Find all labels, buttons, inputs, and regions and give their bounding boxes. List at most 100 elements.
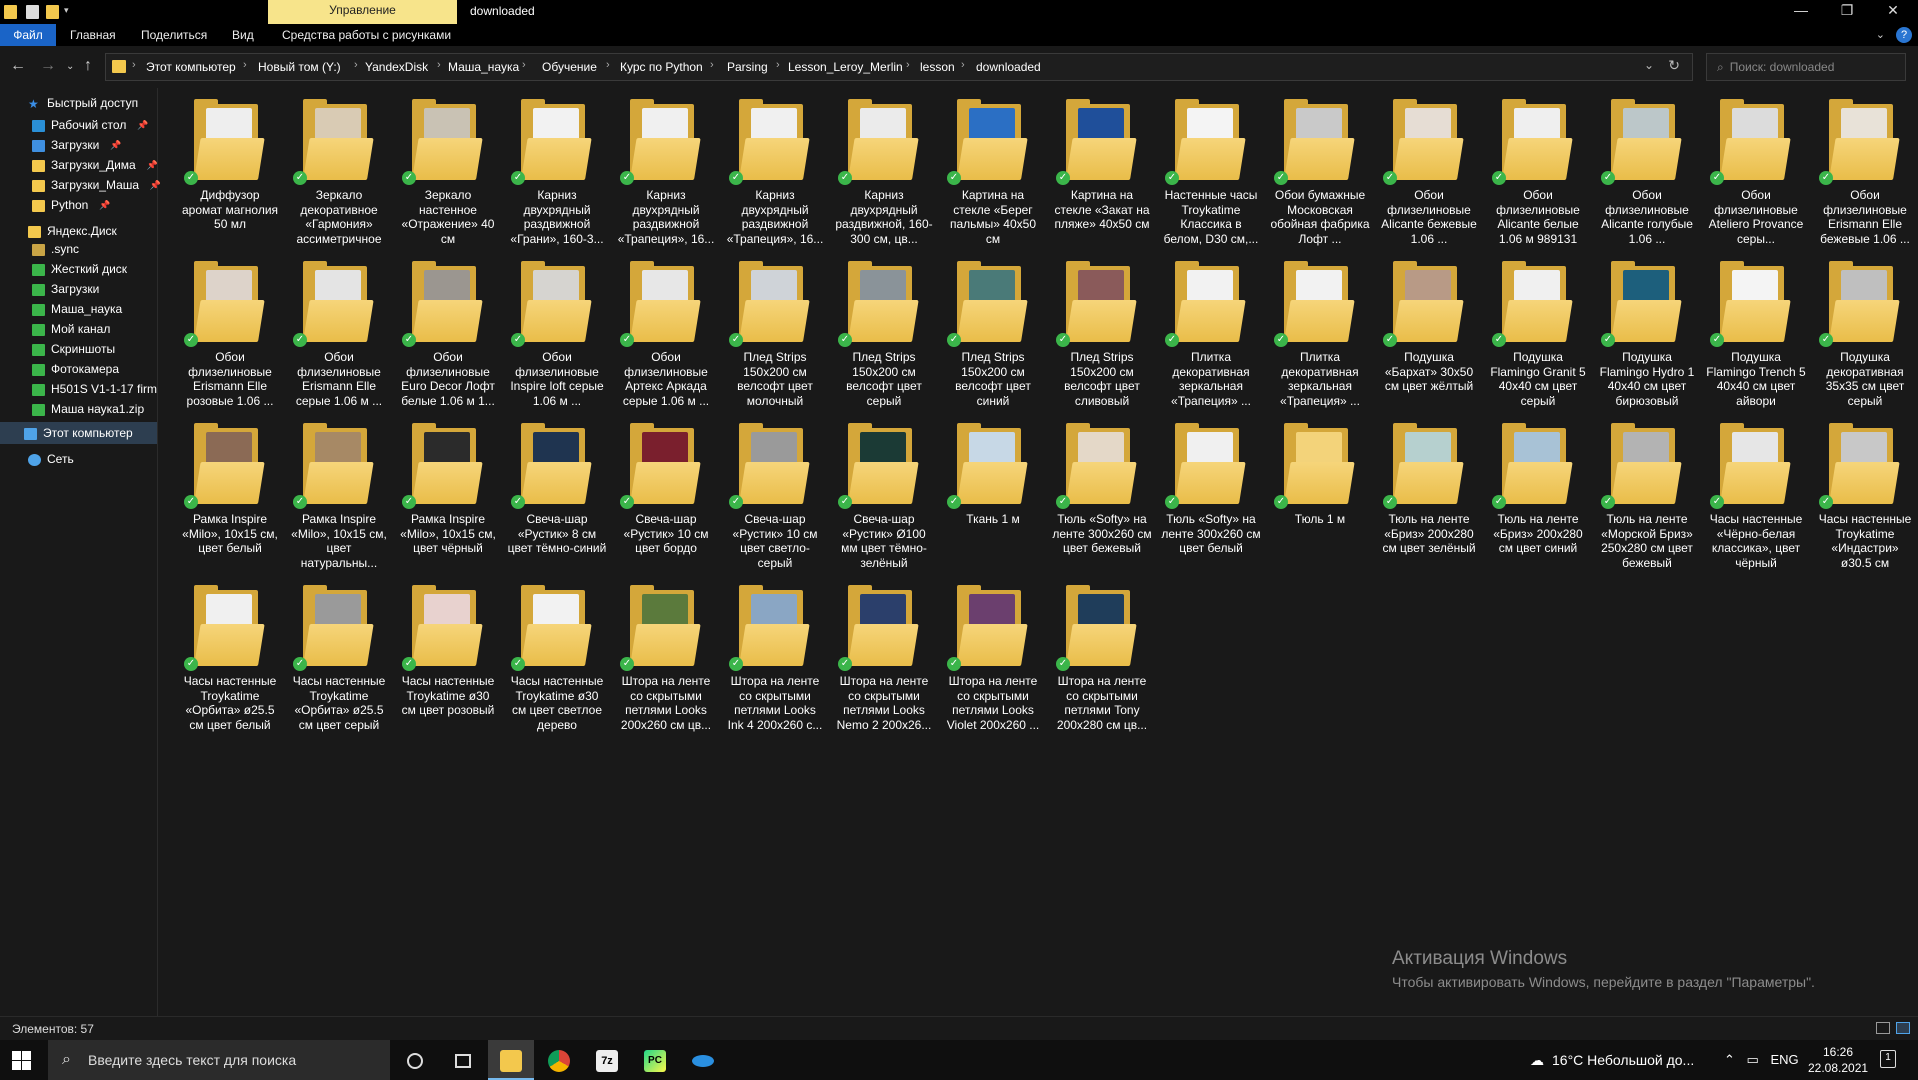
sidebar-item-3[interactable]: Загрузки 📌 <box>32 134 121 156</box>
file-item[interactable]: ✓ Часы настенные Troykatime ø30 см цвет с… <box>507 574 607 734</box>
file-item[interactable]: ✓ Штора на ленте со скрытыми петлями Look… <box>943 574 1043 734</box>
forward-arrow-icon[interactable]: → <box>40 57 56 75</box>
file-item[interactable]: ✓ Часы настенные «Чёрно-белая классика», … <box>1706 412 1806 572</box>
file-item[interactable]: ✓ Обои флизелиновые Erismann Elle розовые… <box>180 250 280 410</box>
app-taskbar-button[interactable] <box>680 1040 726 1080</box>
file-item[interactable]: ✓ Обои флизелиновые Alicante голубые 1.06… <box>1597 88 1697 248</box>
chrome-taskbar-button[interactable] <box>536 1040 582 1080</box>
file-item[interactable]: ✓ Настенные часы Troykatime Классика в бе… <box>1161 88 1261 248</box>
7zip-taskbar-button[interactable]: 7z <box>584 1040 630 1080</box>
new-folder-icon[interactable] <box>46 5 59 19</box>
tab-share[interactable]: Поделиться <box>141 24 207 46</box>
sidebar-item-17[interactable]: Этот компьютер <box>0 422 157 444</box>
file-item[interactable]: ✓ Штора на ленте со скрытыми петлями Look… <box>834 574 934 734</box>
file-item[interactable]: ✓ Подушка «Бархат» 30х50 см цвет жёлтый <box>1379 250 1479 410</box>
chevron-down-icon[interactable]: ⌄ <box>1876 29 1885 41</box>
tab-picture-tools[interactable]: Средства работы с рисунками <box>282 24 451 46</box>
large-icons-view-icon[interactable] <box>1896 1022 1910 1034</box>
file-item[interactable]: ✓ Тюль «Softy» на ленте 300х260 см цвет б… <box>1052 412 1152 572</box>
file-item[interactable]: ✓ Тюль на ленте «Бриз» 200х280 см цвет си… <box>1488 412 1588 572</box>
file-item[interactable]: ✓ Тюль «Softy» на ленте 300х260 см цвет б… <box>1161 412 1261 572</box>
file-item[interactable]: ✓ Обои бумажные Московская обойная фабрик… <box>1270 88 1370 248</box>
chevron-up-icon[interactable]: ⌃ <box>1724 1052 1735 1067</box>
tab-home[interactable]: Главная <box>70 24 116 46</box>
chevron-down-icon[interactable]: ⌄ <box>1644 58 1654 72</box>
file-item[interactable]: ✓ Тюль на ленте «Морской Бриз» 250х280 см… <box>1597 412 1697 572</box>
file-item[interactable]: ✓ Подушка Flamingo Granit 5 40х40 см цвет… <box>1488 250 1588 410</box>
file-item[interactable]: ✓ Карниз двухрядный раздвижной «Грани», 1… <box>507 88 607 248</box>
up-arrow-icon[interactable]: ↑ <box>84 57 92 75</box>
file-item[interactable]: ✓ Свеча-шар «Рустик» 10 см цвет светло-се… <box>725 412 825 572</box>
breadcrumb-downloaded[interactable]: downloaded <box>976 60 1041 74</box>
search-input[interactable]: ⌕ Поиск: downloaded <box>1706 53 1906 81</box>
file-item[interactable]: ✓ Зеркало декоративное «Гармония» ассимет… <box>289 88 389 248</box>
sidebar-item-2[interactable]: Рабочий стол 📌 <box>32 114 148 136</box>
breadcrumb-obuchenie[interactable]: Обучение <box>542 60 597 74</box>
file-item[interactable]: ✓ Обои флизелиновые Erismann Elle серые 1… <box>289 250 389 410</box>
file-item[interactable]: ✓ Часы настенные Troykatime ø30 см цвет р… <box>398 574 498 734</box>
sidebar-item-10[interactable]: Загрузки <box>32 278 99 300</box>
file-item[interactable]: ✓ Подушка декоративная 35х35 см цвет серы… <box>1815 250 1915 410</box>
sidebar-item-6[interactable]: Python 📌 <box>32 194 110 216</box>
file-item[interactable]: ✓ Обои флизелиновые Артекс Аркада серые 1… <box>616 250 716 410</box>
breadcrumb-lesson[interactable]: lesson <box>920 60 955 74</box>
cortana-button[interactable] <box>392 1040 438 1080</box>
sidebar-item-11[interactable]: Маша_наука <box>32 298 122 320</box>
customize-toolbar-icon[interactable]: ▾ <box>64 5 72 19</box>
file-item[interactable]: ✓ Обои флизелиновые Euro Decor Лофт белые… <box>398 250 498 410</box>
file-item[interactable]: ✓ Карниз двухрядный раздвижной «Трапеция»… <box>616 88 716 248</box>
file-item[interactable]: ✓ Тюль 1 м <box>1270 412 1370 572</box>
file-item[interactable]: ✓ Свеча-шар «Рустик» Ø100 мм цвет тёмно-з… <box>834 412 934 572</box>
tab-file[interactable]: Файл <box>0 24 56 46</box>
sidebar-item-5[interactable]: Загрузки_Маша 📌 <box>32 174 161 196</box>
breadcrumb-lesson-leroy-merlin[interactable]: Lesson_Leroy_Merlin <box>788 60 903 74</box>
breadcrumb-python-course[interactable]: Курс по Python <box>620 60 703 74</box>
breadcrumb-parsing[interactable]: Parsing <box>727 60 768 74</box>
sidebar-item-18[interactable]: Сеть <box>28 448 74 470</box>
file-item[interactable]: ✓ Плед Strips 150х200 см велсофт цвет сли… <box>1052 250 1152 410</box>
sidebar-item-9[interactable]: Жесткий диск <box>32 258 127 280</box>
file-item[interactable]: ✓ Обои флизелиновые Ateliero Provance сер… <box>1706 88 1806 248</box>
file-item[interactable]: ✓ Ткань 1 м <box>943 412 1043 572</box>
file-item[interactable]: ✓ Рамка Inspire «Milo», 10х15 см, цвет на… <box>289 412 389 572</box>
properties-icon[interactable] <box>26 5 39 19</box>
pycharm-taskbar-button[interactable]: PC <box>632 1040 678 1080</box>
sidebar-item-8[interactable]: .sync <box>32 238 79 260</box>
file-item[interactable]: ✓ Рамка Inspire «Milo», 10х15 см, цвет бе… <box>180 412 280 572</box>
file-item[interactable]: ✓ Подушка Flamingo Trench 5 40х40 см цвет… <box>1706 250 1806 410</box>
file-item[interactable]: ✓ Плитка декоративная зеркальная «Трапеци… <box>1270 250 1370 410</box>
refresh-icon[interactable]: ↻ <box>1668 57 1680 74</box>
weather-widget[interactable]: ☁ 16°C Небольшой до... <box>1530 1040 1694 1080</box>
help-icon[interactable]: ? <box>1896 27 1912 43</box>
file-item[interactable]: ✓ Штора на ленте со скрытыми петлями Look… <box>725 574 825 734</box>
sidebar-item-15[interactable]: H501S V1-1-17 firm <box>32 378 157 400</box>
clock[interactable]: 16:26 22.08.2021 <box>1808 1044 1868 1076</box>
notification-icon[interactable]: 1 <box>1880 1050 1896 1068</box>
sidebar-item-16[interactable]: Маша наука1.zip <box>32 398 144 420</box>
breadcrumb-masha-nauka[interactable]: Маша_наука <box>448 60 519 74</box>
maximize-button[interactable]: ❐ <box>1824 0 1870 22</box>
file-item[interactable]: ✓ Свеча-шар «Рустик» 8 см цвет тёмно-сини… <box>507 412 607 572</box>
file-item[interactable]: ✓ Плитка декоративная зеркальная «Трапеци… <box>1161 250 1261 410</box>
breadcrumb-yandexdisk[interactable]: YandexDisk <box>365 60 428 74</box>
file-item[interactable]: ✓ Карниз двухрядный раздвижной «Трапеция»… <box>725 88 825 248</box>
minimize-button[interactable]: — <box>1778 0 1824 22</box>
file-item[interactable]: ✓ Часы настенные Troykatime «Орбита» ø25.… <box>180 574 280 734</box>
file-item[interactable]: ✓ Обои флизелиновые Erismann Elle бежевые… <box>1815 88 1915 248</box>
sidebar-item-13[interactable]: Скриншоты <box>32 338 115 360</box>
file-item[interactable]: ✓ Карниз двухрядный раздвижной, 160-300 с… <box>834 88 934 248</box>
sidebar-item-12[interactable]: Мой канал <box>32 318 110 340</box>
file-item[interactable]: ✓ Подушка Flamingo Hydro 1 40х40 см цвет … <box>1597 250 1697 410</box>
details-view-icon[interactable] <box>1876 1022 1890 1034</box>
file-item[interactable]: ✓ Обои флизелиновые Alicante бежевые 1.06… <box>1379 88 1479 248</box>
file-item[interactable]: ✓ Часы настенные Troykatime «Индастри» ø3… <box>1815 412 1915 572</box>
file-item[interactable]: ✓ Рамка Inspire «Milo», 10х15 см, цвет чё… <box>398 412 498 572</box>
start-button[interactable] <box>10 1050 32 1070</box>
file-item[interactable]: ✓ Тюль на ленте «Бриз» 200х280 см цвет зе… <box>1379 412 1479 572</box>
explorer-taskbar-button[interactable] <box>488 1040 534 1080</box>
network-icon[interactable]: ▭ <box>1747 1052 1759 1067</box>
address-bar[interactable]: › Этот компьютер › Новый том (Y:) › Yand… <box>105 53 1693 81</box>
back-arrow-icon[interactable]: ← <box>10 57 26 75</box>
file-item[interactable]: ✓ Плед Strips 150х200 см велсофт цвет мол… <box>725 250 825 410</box>
tab-view[interactable]: Вид <box>232 24 254 46</box>
